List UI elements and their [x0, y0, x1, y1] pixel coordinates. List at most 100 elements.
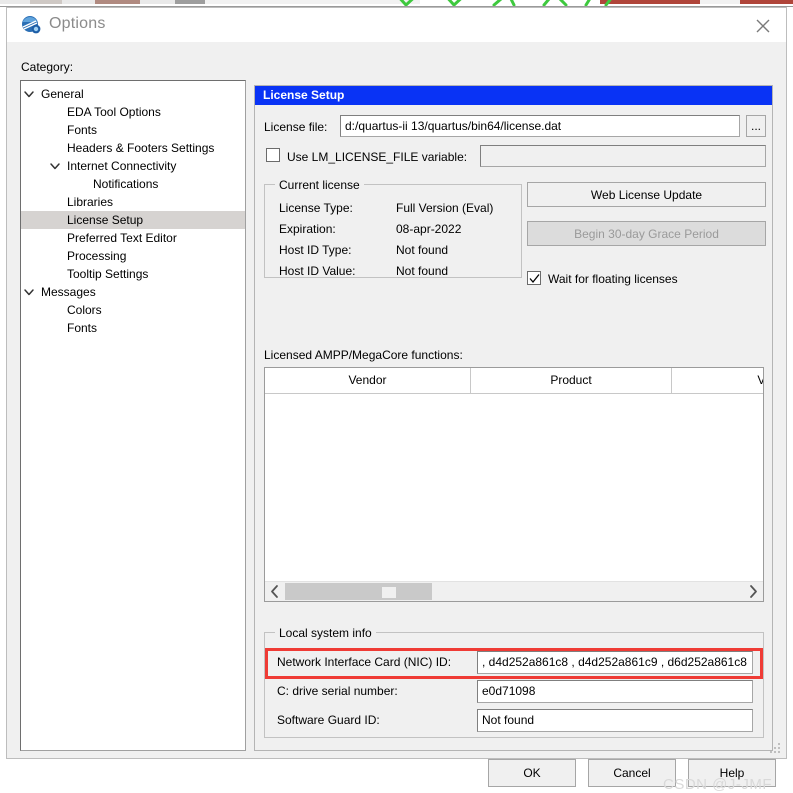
close-button[interactable] [740, 8, 786, 42]
local-system-info-value[interactable]: e0d71098 [477, 680, 753, 703]
current-license-row-value: 08-apr-2022 [396, 222, 462, 236]
local-system-info-value[interactable]: Not found [477, 709, 753, 732]
scroll-track[interactable] [285, 583, 432, 600]
license-file-input[interactable]: d:/quartus-ii 13/quartus/bin64/license.d… [340, 115, 740, 137]
local-system-info-group: Local system info Network Interface Card… [264, 626, 764, 738]
current-license-group: Current license License Type: Full Versio… [264, 178, 522, 278]
licensed-functions-label: Licensed AMPP/MegaCore functions: [264, 348, 463, 362]
current-license-row-label: License Type: [279, 201, 353, 215]
current-license-group-title: Current license [275, 178, 364, 192]
chevron-right-icon [750, 585, 757, 598]
resize-grip[interactable] [770, 742, 782, 754]
pane-title: License Setup [255, 86, 772, 105]
licensed-functions-table[interactable]: Vendor Product Versi [264, 367, 764, 602]
scroll-right-arrow[interactable] [743, 582, 763, 601]
table-body [265, 394, 763, 581]
tree-expander[interactable] [21, 283, 37, 301]
current-license-row-label: Host ID Value: [279, 264, 356, 278]
license-file-label: License file: [264, 120, 328, 134]
sidebar-item-label: Colors [67, 303, 102, 317]
local-system-info-value[interactable]: , d4d252a861c8 , d4d252a861c9 , d6d252a8… [477, 651, 753, 674]
begin-grace-period-button: Begin 30-day Grace Period [527, 221, 766, 246]
sidebar-item-label: Fonts [67, 123, 98, 137]
dialog-title: Options [49, 15, 106, 32]
sidebar-item-processing[interactable]: Processing [21, 247, 245, 265]
sidebar-item-label: Messages [41, 285, 96, 299]
chevron-left-icon [271, 585, 278, 598]
sidebar-item-tooltip-settings[interactable]: Tooltip Settings [21, 265, 245, 283]
sidebar-item-label: General [41, 87, 84, 101]
column-header-version[interactable]: Versi [672, 368, 763, 393]
sidebar-item-messages[interactable]: Messages [21, 283, 245, 301]
column-header-product[interactable]: Product [471, 368, 671, 393]
checkmark-icon [529, 274, 540, 284]
sidebar-item-label: Processing [67, 249, 127, 263]
local-system-info-label: Network Interface Card (NIC) ID: [277, 655, 452, 669]
sidebar-item-license-setup[interactable]: License Setup [21, 211, 245, 229]
dialog-body: Category: General EDA Tool Options Fonts He… [7, 42, 786, 793]
scroll-thumb[interactable] [382, 587, 396, 598]
sidebar-item-label: Fonts [67, 321, 98, 335]
sidebar-item-label: EDA Tool Options [67, 105, 161, 119]
chevron-down-icon[interactable] [23, 286, 35, 298]
sidebar-item-general[interactable]: General [21, 85, 245, 103]
sidebar-item-eda-tool-options[interactable]: EDA Tool Options [21, 103, 245, 121]
ok-button[interactable]: OK [488, 759, 576, 787]
scroll-left-arrow[interactable] [265, 582, 285, 601]
use-lm-license-file-checkbox[interactable] [266, 148, 280, 162]
sidebar-item-internet-connectivity[interactable]: Internet Connectivity [21, 157, 245, 175]
web-license-update-button[interactable]: Web License Update [527, 182, 766, 207]
current-license-row-value: Not found [396, 264, 449, 278]
sidebar-item-label: Notifications [93, 177, 159, 191]
column-header-vendor[interactable]: Vendor [265, 368, 470, 393]
local-system-info-label: C: drive serial number: [277, 684, 398, 698]
sidebar-item-label: Libraries [67, 195, 114, 209]
help-button[interactable]: Help [688, 759, 776, 787]
sidebar-item-notifications[interactable]: Notifications [21, 175, 245, 193]
wait-floating-licenses-label: Wait for floating licenses [548, 272, 678, 286]
sidebar-item-libraries[interactable]: Libraries [21, 193, 245, 211]
sidebar-item-label: Preferred Text Editor [67, 231, 177, 245]
current-license-row-label: Host ID Type: [279, 243, 352, 257]
use-lm-license-file-label: Use LM_LICENSE_FILE variable: [287, 150, 468, 164]
license-setup-pane: License Setup License file: d:/quartus-i… [254, 85, 773, 751]
sidebar-item-fonts[interactable]: Fonts [21, 121, 245, 139]
table-header-row: Vendor Product Versi [265, 368, 763, 394]
sidebar-item-label: License Setup [67, 213, 144, 227]
local-system-info-group-title: Local system info [275, 626, 376, 640]
sidebar-item-headers-footers-settings[interactable]: Headers & Footers Settings [21, 139, 245, 157]
lm-license-file-input[interactable] [480, 145, 766, 167]
sidebar-item-colors[interactable]: Colors [21, 301, 245, 319]
sidebar-item-preferred-text-editor[interactable]: Preferred Text Editor [21, 229, 245, 247]
license-file-browse-button[interactable]: ... [746, 115, 766, 137]
sidebar-item-label: Internet Connectivity [67, 159, 177, 173]
cancel-button[interactable]: Cancel [588, 759, 676, 787]
options-dialog: Options Category: General EDA Tool Option… [6, 7, 787, 793]
current-license-row-label: Expiration: [279, 222, 336, 236]
tree-expander[interactable] [47, 157, 63, 175]
chevron-down-icon[interactable] [49, 160, 61, 172]
wait-floating-licenses-checkbox[interactable] [527, 271, 541, 285]
table-horizontal-scrollbar[interactable] [265, 581, 763, 601]
quartus-globe-icon [22, 16, 41, 34]
tree-expander[interactable] [21, 85, 37, 103]
category-tree[interactable]: General EDA Tool Options Fonts Headers & Fo… [20, 80, 246, 751]
close-icon [756, 19, 770, 33]
sidebar-item-messages-fonts[interactable]: Fonts [21, 319, 245, 337]
current-license-row-value: Not found [396, 243, 449, 257]
chevron-down-icon[interactable] [23, 88, 35, 100]
dialog-titlebar: Options [7, 8, 786, 42]
local-system-info-label: Software Guard ID: [277, 713, 380, 727]
current-license-row-value: Full Version (Eval) [396, 201, 494, 215]
category-label: Category: [21, 60, 74, 74]
